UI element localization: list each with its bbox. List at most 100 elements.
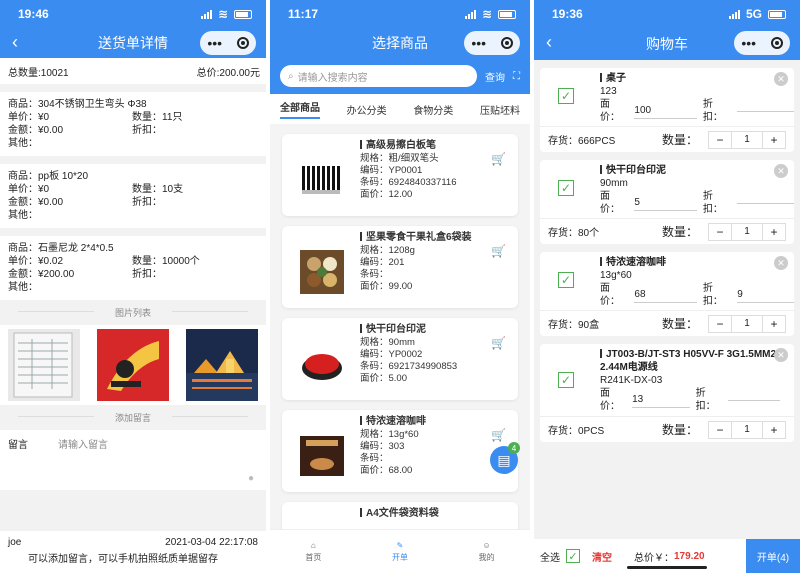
cart-item-sub: 13g*60: [600, 270, 632, 281]
discount-input[interactable]: 9: [737, 288, 795, 303]
product-card[interactable]: 高级易擦白板笔 规格：粗/细双笔头 编码：YP0001 条码：692484033…: [282, 134, 518, 216]
cart-fab-button[interactable]: ▤ 4: [490, 442, 520, 474]
tab-order[interactable]: ✎ 开单: [392, 541, 408, 563]
quantity-stepper: 数量： − 1 +: [662, 420, 786, 439]
item-checkbox[interactable]: ✓: [558, 88, 574, 104]
category-tabs: 全部商品 办公分类 食物分类 压贴坯料: [270, 94, 530, 124]
back-icon[interactable]: ‹: [546, 32, 552, 53]
tab-home[interactable]: ⌂ 首页: [305, 541, 321, 563]
tab-office[interactable]: 办公分类: [347, 102, 387, 117]
checkout-button[interactable]: 开单(4): [746, 539, 800, 573]
wifi-icon: ≋: [217, 7, 228, 21]
wifi-icon: ≋: [481, 7, 492, 21]
cart-item-title: JT003-B/JT-ST3 H05VV-F 3G1.5MM2 2.44M电源线: [600, 348, 780, 374]
price-input[interactable]: 13: [632, 393, 690, 408]
document-photo[interactable]: [8, 329, 80, 401]
footer-time: 2021-03-04 22:17:08: [165, 537, 258, 548]
close-target-icon[interactable]: [770, 37, 783, 49]
item-checkbox[interactable]: ✓: [558, 180, 574, 196]
add-cart-icon[interactable]: 🛒: [491, 428, 506, 442]
discount-label: 折扣：: [702, 283, 723, 307]
product-card[interactable]: 特浓速溶咖啡 规格：13g*60 编码：303 条码： 面价：68.00 🛒: [282, 410, 518, 492]
quantity-value[interactable]: 1: [732, 314, 762, 333]
night-scene-photo[interactable]: [186, 329, 258, 401]
discount-input[interactable]: [737, 110, 795, 112]
more-icon[interactable]: •••: [471, 35, 486, 51]
miniprogram-capsule[interactable]: •••: [200, 31, 256, 55]
quantity-value[interactable]: 1: [732, 222, 762, 241]
list-item: 商品：304不锈钢卫生弯头 Φ38 单价：¥0 数量：11只 金额：¥0.00 折扣…: [0, 92, 266, 156]
discount-input[interactable]: [737, 202, 795, 204]
item-checkbox[interactable]: ✓: [558, 372, 574, 388]
stock-text: 存货：0PCS: [548, 426, 605, 437]
clear-button[interactable]: 清空: [592, 549, 612, 564]
red-poster-photo[interactable]: [97, 329, 169, 401]
back-icon[interactable]: ‹: [12, 32, 18, 53]
list-item: 商品：pp板 10*20 单价：¥0 数量：10支 金额：¥0.00 折扣： 其他：: [0, 164, 266, 228]
more-icon[interactable]: •••: [741, 35, 756, 51]
remove-item-icon[interactable]: ✕: [774, 348, 788, 362]
close-target-icon[interactable]: [500, 37, 513, 49]
item-discount: 折扣：: [132, 197, 162, 208]
quantity-value[interactable]: 1: [732, 130, 762, 149]
miniprogram-capsule[interactable]: •••: [464, 31, 520, 55]
stock-row: 存货：90盒 数量： − 1 +: [540, 310, 794, 336]
message-input[interactable]: 留言 请输入留言 ●: [0, 430, 266, 490]
tab-all[interactable]: 全部商品: [280, 99, 320, 119]
tab-laminate[interactable]: 压贴坯料: [480, 102, 520, 117]
more-icon[interactable]: •••: [207, 35, 222, 51]
status-bar: 11:17 ≋: [270, 0, 530, 28]
quantity-value[interactable]: 1: [732, 420, 762, 439]
product-card[interactable]: 快干印台印泥 规格：90mm 编码：YP0002 条码：692173499085…: [282, 318, 518, 400]
increment-button[interactable]: +: [762, 130, 786, 149]
stock-text: 存货：666PCS: [548, 136, 616, 147]
tab-mine[interactable]: ☺ 我的: [479, 541, 495, 563]
add-cart-icon[interactable]: 🛒: [491, 244, 506, 258]
increment-button[interactable]: +: [762, 420, 786, 439]
battery-icon: [498, 9, 516, 19]
cart-item: ✓ 快干印台印泥 90mm 面价： 5 折扣： ✕ 存货：80个 数量： − 1…: [540, 160, 795, 244]
product-barcode: 条码：6924840337116: [360, 177, 457, 188]
total-label: 总价￥：: [634, 552, 674, 564]
product-card[interactable]: 坚果零食干果礼盒6袋装 规格：1208g 编码：201 条码： 面价：99.00…: [282, 226, 518, 308]
query-button[interactable]: 查询: [485, 69, 505, 84]
quantity-stepper: 数量： − 1 +: [662, 222, 786, 241]
decrement-button[interactable]: −: [708, 314, 732, 333]
select-all-checkbox[interactable]: ✓: [566, 549, 580, 563]
chat-icon: ●: [247, 473, 254, 484]
decrement-button[interactable]: −: [708, 222, 732, 241]
remove-item-icon[interactable]: ✕: [774, 72, 788, 86]
add-cart-icon[interactable]: 🛒: [491, 336, 506, 350]
remove-item-icon[interactable]: ✕: [774, 164, 788, 178]
cart-item: ✓ JT003-B/JT-ST3 H05VV-F 3G1.5MM2 2.44M电…: [540, 344, 794, 442]
header-bar: 19:36 5G ‹ 购物车 •••: [534, 0, 800, 60]
remove-item-icon[interactable]: ✕: [774, 256, 788, 270]
miniprogram-capsule[interactable]: •••: [734, 31, 790, 55]
select-all-label: 全选: [540, 552, 560, 564]
status-icons: ≋: [200, 7, 252, 21]
ink-pad-image: [302, 354, 342, 380]
search-input[interactable]: ⌕ 请输入搜索内容: [280, 65, 477, 87]
item-checkbox[interactable]: ✓: [558, 272, 574, 288]
add-cart-icon[interactable]: 🛒: [491, 152, 506, 166]
decrement-button[interactable]: −: [708, 420, 732, 439]
product-spec: 规格：90mm: [360, 337, 415, 348]
price-input[interactable]: 5: [634, 196, 697, 211]
network-label: 5G: [745, 7, 762, 21]
increment-button[interactable]: +: [762, 314, 786, 333]
price-input[interactable]: 68: [634, 288, 697, 303]
increment-button[interactable]: +: [762, 222, 786, 241]
item-unit-price: 单价：¥0: [8, 112, 50, 123]
price-input[interactable]: 100: [634, 104, 697, 119]
tab-food[interactable]: 食物分类: [413, 102, 453, 117]
item-name: 商品：石墨尼龙 2*4*0.5: [8, 243, 114, 254]
status-bar: 19:36 5G: [534, 0, 800, 28]
close-target-icon[interactable]: [236, 37, 249, 49]
scan-icon[interactable]: ⛶: [513, 71, 520, 82]
cart-item-info: 特浓速溶咖啡 13g*60 面价： 68 折扣： 9: [600, 256, 795, 308]
decrement-button[interactable]: −: [708, 130, 732, 149]
nav-bar: ‹ 购物车 •••: [534, 28, 800, 60]
cart-item-title: 快干印台印泥: [600, 164, 794, 177]
signal-icon: [200, 9, 212, 19]
discount-input[interactable]: [727, 399, 780, 401]
